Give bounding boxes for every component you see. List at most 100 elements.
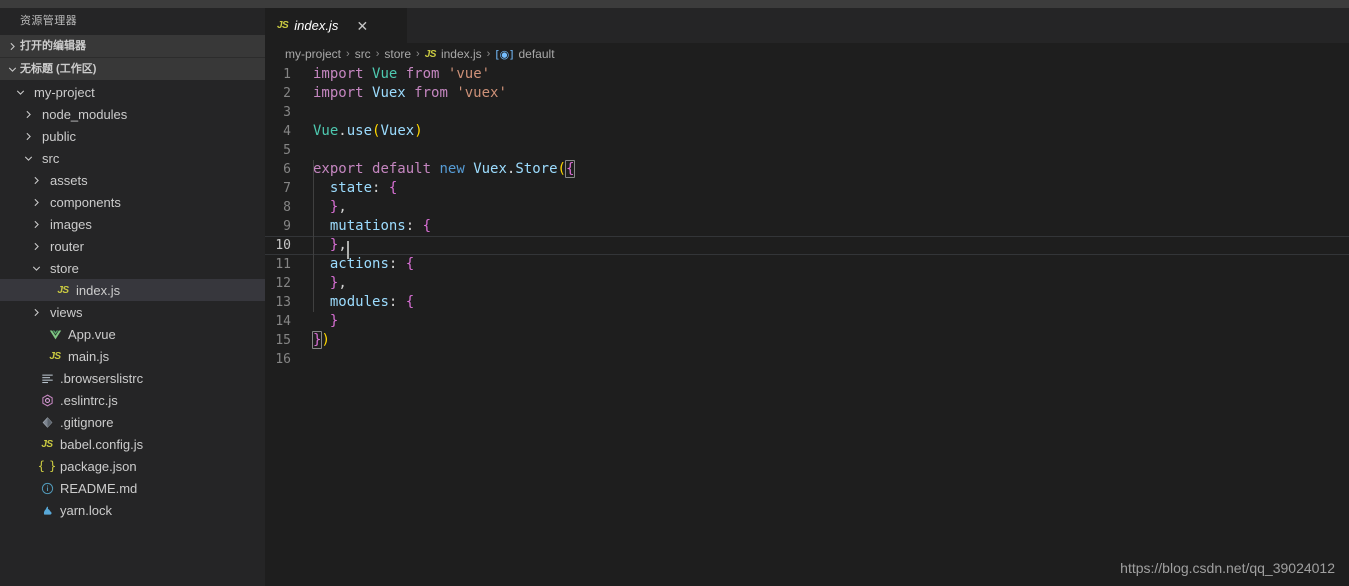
code-line: 6 export default new Vuex.Store({	[265, 160, 1349, 179]
breadcrumb-item-label: index.js	[440, 47, 482, 61]
chevron-right-icon[interactable]	[20, 125, 36, 147]
indent-guide	[313, 217, 314, 236]
explorer-title: 资源管理器	[0, 8, 265, 35]
tree-item-gitignore[interactable]: .gitignore	[0, 411, 265, 433]
breadcrumb-item-label: my-project	[285, 47, 342, 61]
tree-item-label: store	[50, 260, 79, 276]
symbol-variable-icon: [◉]	[495, 47, 514, 61]
tab-label: index.js	[294, 18, 339, 33]
tree-item-label: babel.config.js	[60, 436, 144, 452]
tree-item-router[interactable]: router	[0, 235, 265, 257]
tree-item-eslintrc-js[interactable]: .eslintrc.js	[0, 389, 265, 411]
line-number: 7	[283, 181, 291, 196]
chevron-right-icon[interactable]	[28, 213, 44, 235]
code-line: 4 Vue.use(Vuex)	[265, 122, 1349, 141]
tree-item-main-js[interactable]: JS main.js	[0, 345, 265, 367]
breadcrumb-item-default[interactable]: [◉] default	[495, 47, 554, 61]
breadcrumb-item-my-project[interactable]: my-project	[285, 47, 341, 61]
line-number: 1	[283, 67, 291, 82]
tree-item-views[interactable]: views	[0, 301, 265, 323]
tree-item-index-js[interactable]: JS index.js	[0, 279, 265, 301]
section-open-editors-label: 打开的编辑器	[20, 40, 86, 52]
chevron-down-icon[interactable]	[12, 81, 28, 103]
breadcrumb-item-label: default	[518, 47, 555, 61]
section-workspace-label: 无标题 (工作区)	[20, 63, 97, 75]
code-line: 2 import Vuex from 'vuex'	[265, 84, 1349, 103]
code-line: 15})	[265, 331, 1349, 350]
tree-item-store[interactable]: store	[0, 257, 265, 279]
json-file-icon: { }	[37, 459, 57, 473]
editor-group: JS index.js ✕ my-project › src › store › JS ind…	[265, 8, 1349, 586]
close-icon[interactable]: ✕	[354, 18, 370, 34]
chevron-right-icon[interactable]	[28, 191, 44, 213]
code-line: 3	[265, 103, 1349, 122]
tree-item-label: main.js	[68, 348, 110, 364]
tree-item-app-vue[interactable]: App.vue	[0, 323, 265, 345]
chevron-right-icon[interactable]	[20, 103, 36, 125]
section-workspace[interactable]: 无标题 (工作区)	[0, 57, 265, 80]
indent-guide	[313, 293, 314, 312]
tree-item-yarn-lock[interactable]: yarn.lock	[0, 499, 265, 521]
js-file-icon: JS	[424, 48, 437, 60]
editor-tab-bar: JS index.js ✕	[265, 8, 1349, 43]
tree-item-package-json[interactable]: { } package.json	[0, 455, 265, 477]
tree-item-label: yarn.lock	[60, 502, 113, 518]
code-text: export default new Vuex.Store({	[313, 160, 576, 179]
code-text: },	[313, 236, 349, 259]
tree-item-my-project[interactable]: my-project	[0, 81, 265, 103]
tree-item-label: node_modules	[42, 106, 128, 122]
tree-item-label: .browserslistrc	[60, 370, 144, 386]
chevron-right-icon[interactable]	[28, 301, 44, 323]
tree-item-public[interactable]: public	[0, 125, 265, 147]
code-line: 16	[265, 350, 1349, 369]
chevron-right-icon[interactable]	[28, 169, 44, 191]
tree-item-readme-md[interactable]: README.md	[0, 477, 265, 499]
tree-item-images[interactable]: images	[0, 213, 265, 235]
code-line: 9 mutations: {	[265, 217, 1349, 236]
chevron-right-icon[interactable]	[28, 235, 44, 257]
indent-guide	[313, 274, 314, 293]
code-editor[interactable]: 1 import Vue from 'vue' 2 import Vuex from …	[265, 65, 1349, 586]
line-number: 11	[275, 257, 291, 272]
indent-guide	[313, 198, 314, 217]
line-number: 2	[283, 86, 291, 101]
breadcrumb-separator-icon: ›	[486, 48, 491, 60]
breadcrumb-item-index-js[interactable]: JS index.js	[425, 47, 482, 61]
tree-item-src[interactable]: src	[0, 147, 265, 169]
workbench-body: 资源管理器 打开的编辑器 无标题 (工作区) my-project node_mo…	[0, 8, 1349, 586]
js-file-icon: JS	[41, 438, 53, 450]
tree-item-babel-config-js[interactable]: JS babel.config.js	[0, 433, 265, 455]
code-line: 11 actions: {	[265, 255, 1349, 274]
tab-index-js[interactable]: JS index.js ✕	[265, 8, 408, 43]
tree-item-assets[interactable]: assets	[0, 169, 265, 191]
line-number: 13	[275, 295, 291, 310]
chevron-down-icon[interactable]	[20, 147, 36, 169]
code-line: 10 },	[265, 236, 1349, 259]
breadcrumb-separator-icon: ›	[346, 48, 350, 60]
breadcrumb-item-store[interactable]: store	[384, 47, 411, 61]
line-number: 12	[275, 276, 291, 291]
tree-item-components[interactable]: components	[0, 191, 265, 213]
tree-item-label: images	[50, 216, 92, 232]
code-text: },	[313, 198, 347, 217]
chevron-down-icon[interactable]	[28, 257, 44, 279]
section-open-editors[interactable]: 打开的编辑器	[0, 35, 265, 57]
tree-item-label: package.json	[60, 458, 137, 474]
breadcrumb-item-src[interactable]: src	[355, 47, 371, 61]
tree-item-node-modules[interactable]: node_modules	[0, 103, 265, 125]
line-number: 16	[275, 352, 291, 367]
tab-bar-empty-space	[408, 8, 1349, 43]
code-text: state: {	[313, 179, 397, 198]
tree-item-browserslistrc[interactable]: .browserslistrc	[0, 367, 265, 389]
vscode-window: 资源管理器 打开的编辑器 无标题 (工作区) my-project node_mo…	[0, 0, 1349, 586]
git-icon	[36, 416, 58, 429]
code-line: 8 },	[265, 198, 1349, 217]
yarn-file-icon	[36, 504, 58, 517]
code-text: import Vue from 'vue'	[313, 66, 491, 82]
js-file-icon: JS	[57, 284, 69, 296]
config-list-icon	[36, 372, 58, 385]
code-text: }	[329, 313, 339, 329]
breadcrumb-separator-icon: ›	[416, 48, 420, 60]
code-line: 1 import Vue from 'vue'	[265, 65, 1349, 84]
js-file-icon: JS	[277, 20, 289, 31]
